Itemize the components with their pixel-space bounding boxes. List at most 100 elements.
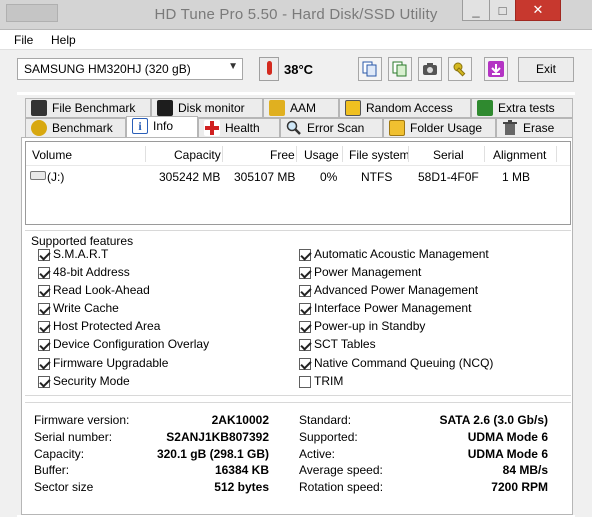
- tab-benchmark[interactable]: Benchmark: [25, 118, 126, 138]
- download-arrow-icon: [488, 61, 504, 77]
- column-header[interactable]: File system: [349, 148, 410, 162]
- tab-label: AAM: [290, 101, 317, 115]
- feature-checkbox[interactable]: [299, 339, 311, 351]
- column-divider[interactable]: [222, 146, 223, 162]
- feature-label: Device Configuration Overlay: [53, 337, 210, 351]
- tab-info[interactable]: i Info: [126, 116, 198, 138]
- info-icon: i: [132, 118, 148, 134]
- free-cell: 305107 MB: [234, 170, 296, 184]
- tab-label: Folder Usage: [410, 121, 483, 135]
- column-divider[interactable]: [408, 146, 409, 162]
- tab-erase[interactable]: Erase: [496, 118, 573, 138]
- tab-label: Erase: [523, 121, 555, 135]
- divider: [25, 402, 571, 403]
- feature-label: Native Command Queuing (NCQ): [314, 356, 494, 370]
- column-divider[interactable]: [342, 146, 343, 162]
- column-header[interactable]: Free: [270, 148, 295, 162]
- column-divider[interactable]: [556, 146, 557, 162]
- feature-label: Firmware Upgradable: [53, 356, 169, 370]
- camera-icon: [423, 63, 437, 75]
- column-header[interactable]: Usage: [304, 148, 339, 162]
- feature-label: Security Mode: [53, 374, 130, 388]
- feature-checkbox[interactable]: [299, 303, 311, 315]
- menu-file[interactable]: File: [14, 33, 33, 47]
- feature-label: Advanced Power Management: [314, 283, 479, 297]
- tab-health[interactable]: Health: [198, 118, 280, 138]
- close-button[interactable]: ✕: [515, 0, 561, 21]
- screenshot-button[interactable]: [418, 57, 442, 81]
- feature-checkbox[interactable]: [299, 285, 311, 297]
- wrench-icon: [453, 62, 466, 77]
- feature-label: SCT Tables: [314, 337, 376, 351]
- feature-checkbox[interactable]: [38, 267, 50, 279]
- column-divider[interactable]: [296, 146, 297, 162]
- feature-checkbox[interactable]: [38, 303, 50, 315]
- maximize-button[interactable]: □: [489, 0, 516, 21]
- column-header[interactable]: Capacity: [174, 148, 221, 162]
- options-button[interactable]: [448, 57, 472, 81]
- tab-folder-usage[interactable]: Folder Usage: [383, 118, 496, 138]
- features-title: Supported features: [31, 234, 134, 248]
- info-label: Active:: [299, 447, 336, 461]
- column-header[interactable]: Serial: [433, 148, 464, 162]
- feature-label: Write Cache: [53, 301, 119, 315]
- feature-checkbox[interactable]: [38, 358, 50, 370]
- info-label: Buffer:: [34, 463, 70, 477]
- feature-checkbox[interactable]: [299, 376, 311, 388]
- info-label: Sector size: [34, 480, 94, 494]
- usage-cell: 0%: [320, 170, 338, 184]
- save-button[interactable]: [484, 57, 508, 81]
- info-value: SATA 2.6 (3.0 Gb/s): [439, 413, 548, 427]
- temperature-value: 38°C: [284, 62, 314, 77]
- tab-random-access[interactable]: Random Access: [339, 98, 471, 118]
- feature-checkbox[interactable]: [38, 339, 50, 351]
- column-header[interactable]: Alignment: [493, 148, 546, 162]
- feature-label: Read Look-Ahead: [53, 283, 150, 297]
- feature-checkbox[interactable]: [38, 249, 50, 261]
- divider: [25, 395, 571, 396]
- column-divider[interactable]: [145, 146, 146, 162]
- info-value: 7200 RPM: [491, 480, 548, 494]
- column-header[interactable]: Volume: [32, 148, 72, 162]
- benchmark-file-icon: [31, 100, 47, 116]
- feature-checkbox[interactable]: [299, 249, 311, 261]
- drive-select[interactable]: SAMSUNG HM320HJ (320 gB) ▼: [17, 58, 243, 80]
- exit-button[interactable]: Exit: [518, 57, 574, 82]
- tab-aam[interactable]: AAM: [263, 98, 339, 118]
- menu-help[interactable]: Help: [51, 33, 76, 47]
- copy-all-button[interactable]: [388, 57, 412, 81]
- feature-checkbox[interactable]: [299, 267, 311, 279]
- feature-checkbox[interactable]: [299, 321, 311, 333]
- filesystem-cell: NTFS: [361, 170, 393, 184]
- tab-label: Disk monitor: [178, 101, 245, 115]
- info-label: Capacity:: [34, 447, 85, 461]
- feature-checkbox[interactable]: [38, 285, 50, 297]
- feature-label: 48-bit Address: [53, 265, 130, 279]
- feature-checkbox[interactable]: [299, 358, 311, 370]
- copy-icon: [362, 61, 377, 77]
- left-margin: [0, 92, 17, 517]
- column-divider[interactable]: [484, 146, 485, 162]
- benchmark-icon: [31, 120, 47, 136]
- feature-label: Power Management: [314, 265, 422, 279]
- minimize-button[interactable]: _: [462, 0, 490, 21]
- copy-info-button[interactable]: [358, 57, 382, 81]
- info-value: 320.1 gB (298.1 GB): [156, 447, 269, 461]
- drive-select-value: SAMSUNG HM320HJ (320 gB): [24, 62, 191, 76]
- right-margin: [575, 92, 592, 517]
- feature-checkbox[interactable]: [38, 376, 50, 388]
- info-value: 2AK10002: [211, 413, 269, 427]
- random-access-icon: [345, 100, 361, 116]
- tab-label: Extra tests: [498, 101, 555, 115]
- title-bar: HD Tune Pro 5.50 - Hard Disk/SSD Utility…: [0, 0, 592, 30]
- feature-label: S.M.A.R.T: [53, 247, 109, 261]
- feature-checkbox[interactable]: [38, 321, 50, 333]
- copy-all-icon: [392, 61, 407, 77]
- tab-disk-monitor[interactable]: Disk monitor: [151, 98, 263, 118]
- divider: [25, 230, 571, 231]
- tab-error-scan[interactable]: Error Scan: [280, 118, 383, 138]
- info-value: 512 bytes: [214, 480, 269, 494]
- info-label: Serial number:: [34, 430, 113, 444]
- tab-file-benchmark[interactable]: File Benchmark: [25, 98, 151, 118]
- tab-extra-tests[interactable]: Extra tests: [471, 98, 573, 118]
